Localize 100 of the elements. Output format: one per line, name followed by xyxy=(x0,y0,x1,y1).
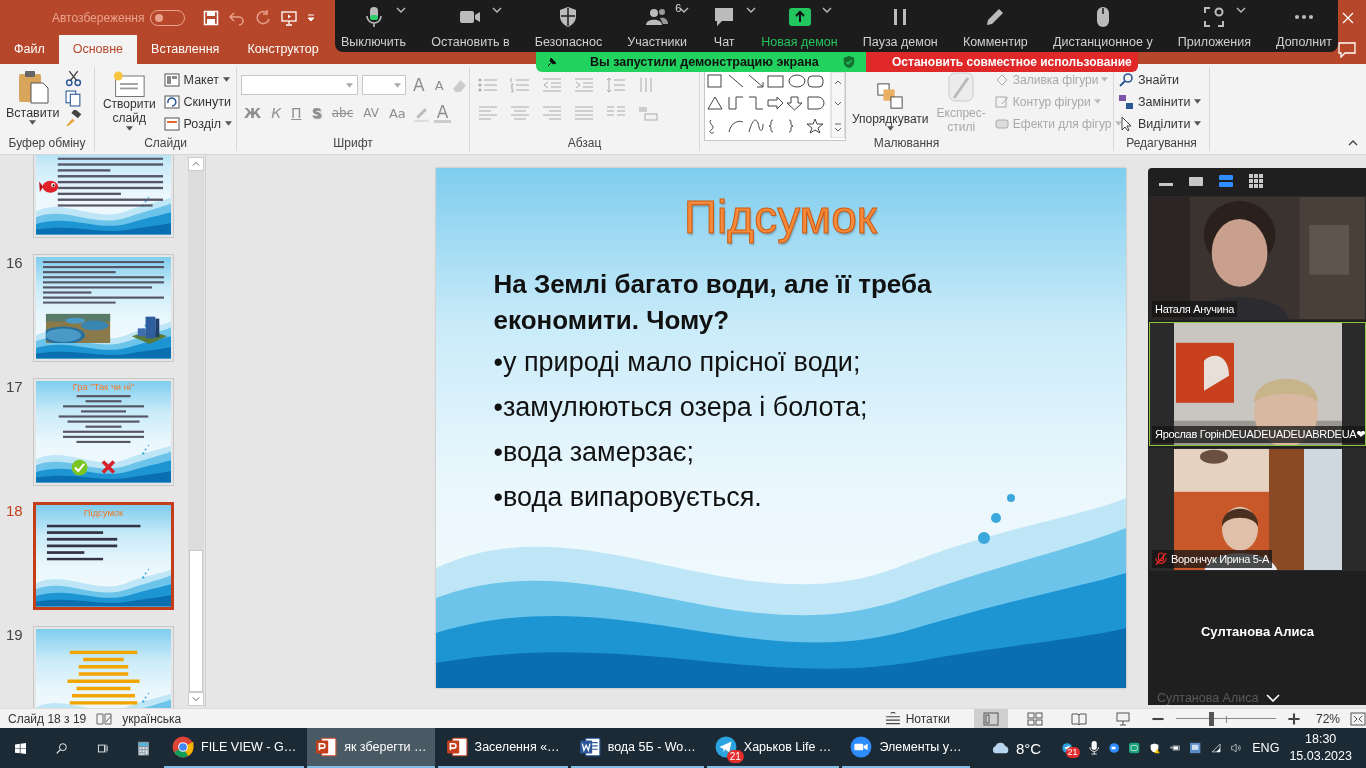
scrollbar[interactable] xyxy=(188,157,204,706)
slide-thumbnail[interactable] xyxy=(33,155,174,238)
slide-option-button[interactable]: Розділ xyxy=(163,114,232,133)
zoom-in-icon[interactable] xyxy=(1285,711,1302,726)
slide-title: Гра "Так чи ні" xyxy=(71,381,136,393)
cross-icon xyxy=(100,459,117,475)
clock[interactable]: 18:30 15.03.2023 xyxy=(1289,731,1352,765)
meeting-control-button[interactable]: Остановить в xyxy=(431,0,510,52)
undo-icon[interactable] xyxy=(229,9,246,26)
ribbon-tab[interactable]: Конструктор xyxy=(233,35,333,64)
participant-name: Ярослав ГорінDEUADEUADEUABRDEUA❤ xyxy=(1152,425,1365,443)
scrollbar-thumb[interactable] xyxy=(189,550,203,692)
customize-icon[interactable] xyxy=(307,13,316,22)
scissors-icon[interactable] xyxy=(65,70,83,87)
meeting-control-button[interactable]: Выключить xyxy=(341,0,407,52)
chevron-icon[interactable] xyxy=(821,7,832,13)
slide-question: На Землі багато води, але її треба економити. Чому? xyxy=(492,268,933,337)
clock-time: 18:30 xyxy=(1305,731,1337,748)
participant-tile[interactable]: Наталя Анучина xyxy=(1149,196,1366,321)
stop-sharing-button[interactable]: Остановить совместное использование xyxy=(866,52,1138,72)
view-button[interactable] xyxy=(973,709,1008,728)
app-tray-icon[interactable] xyxy=(1129,740,1140,756)
zoom-percent[interactable]: 72% xyxy=(1315,711,1340,726)
meeting-control-button[interactable]: Чат xyxy=(712,0,737,52)
zoom-slider-thumb[interactable] xyxy=(1208,711,1214,726)
browser-icon xyxy=(172,736,194,758)
close-icon[interactable] xyxy=(1342,11,1354,24)
participant-name: Султанова Алиса xyxy=(1157,691,1259,705)
shield-warning-icon[interactable] xyxy=(1149,740,1160,756)
notes-button[interactable]: Нотатки xyxy=(884,711,950,726)
new-slide-button[interactable]: Створити слайд xyxy=(99,68,160,133)
taskbar-app-button[interactable]: як зберегти … xyxy=(307,728,435,768)
speaker-icon[interactable] xyxy=(1230,740,1242,756)
outline-icon xyxy=(993,93,1010,110)
arrange-icon xyxy=(875,82,906,110)
redo-icon[interactable] xyxy=(255,9,272,26)
view-mode-icon[interactable] xyxy=(1218,173,1234,190)
slide-bullet: •вода замерзає; xyxy=(492,436,696,469)
taskbar-app-button[interactable]: Заселення «… xyxy=(437,728,568,768)
slide-number: 16 xyxy=(6,254,23,271)
group-label: Шрифт xyxy=(332,135,374,151)
caret-icon xyxy=(1093,99,1101,104)
copy-icon[interactable] xyxy=(65,90,83,107)
video-camera-icon[interactable] xyxy=(1108,740,1120,756)
meeting-control-button[interactable]: Новая демон xyxy=(761,0,838,52)
ribbon-tab[interactable]: Вставлення xyxy=(137,35,234,64)
caret-icon xyxy=(394,82,401,88)
taskbar-app-button[interactable]: 21 Харьков Life … xyxy=(706,728,840,768)
chevron-down-icon[interactable] xyxy=(1266,694,1281,702)
chevron-icon[interactable] xyxy=(746,7,757,13)
chevron-icon[interactable] xyxy=(395,7,406,13)
editing-button[interactable]: Виділити xyxy=(1118,114,1202,133)
replace-icon xyxy=(1118,93,1134,110)
slide-canvas[interactable]: Підсумок На Землі багато води, але її треба економити. Чому? •у природі мало прісної води; •замулюються озера і болота; •вода замерзає; •вода випаровується. xyxy=(435,168,1126,688)
presentation-app-icon xyxy=(315,736,338,758)
font-size-field[interactable] xyxy=(362,75,406,95)
taskbar-app-button[interactable]: FILE VIEW - G… xyxy=(164,728,305,768)
grid-view-icon xyxy=(1026,711,1043,726)
language-label[interactable]: українська xyxy=(122,711,182,726)
ribbon-tab[interactable]: Основне xyxy=(58,35,138,64)
group-label: Буфер обміну xyxy=(7,135,87,151)
font-name-field[interactable] xyxy=(241,75,358,95)
slide-option-button[interactable]: Макет xyxy=(163,70,232,89)
slide-option-button[interactable]: Скинути xyxy=(163,92,232,111)
meeting-control-button[interactable]: Комментир xyxy=(962,0,1028,52)
participant-tile[interactable]: Ярослав ГорінDEUADEUADEUABRDEUA❤ xyxy=(1149,322,1366,446)
microphone-icon[interactable] xyxy=(1088,740,1099,756)
weather-temperature[interactable]: 8°C xyxy=(1016,739,1042,757)
meeting-control-button[interactable]: Дополнит xyxy=(1276,0,1332,52)
meeting-control-button[interactable]: Приложения xyxy=(1177,0,1251,52)
chevron-icon[interactable] xyxy=(492,7,503,13)
ribbon-tab[interactable]: Файл xyxy=(0,35,59,64)
network-monitor-icon[interactable] xyxy=(1190,740,1201,756)
slide-number: 19 xyxy=(6,626,23,643)
slide-thumbnail[interactable] xyxy=(33,254,174,362)
chevron-icon[interactable] xyxy=(1236,7,1247,13)
taskbar-app-button[interactable]: Элементы у… xyxy=(842,728,970,768)
save-icon[interactable] xyxy=(203,9,220,26)
editing-button[interactable]: Замінити xyxy=(1118,92,1202,111)
meeting-control-button[interactable]: Безопаснос xyxy=(534,0,603,52)
paste-button[interactable]: Вставити xyxy=(4,68,62,127)
new-slide-icon xyxy=(113,70,146,98)
spelling-icon[interactable] xyxy=(96,711,113,726)
slide-thumbnail[interactable] xyxy=(33,626,174,708)
caret-icon xyxy=(1114,121,1122,126)
view-mode-icon[interactable] xyxy=(1248,173,1264,190)
meeting-control-button[interactable]: Дистанционное у xyxy=(1052,0,1153,52)
pin-icon[interactable] xyxy=(546,56,558,68)
taskbar-app-button[interactable]: вода 5Б - Wo… xyxy=(570,728,704,768)
collapse-ribbon-icon[interactable] xyxy=(1348,140,1358,146)
fit-slide-icon[interactable] xyxy=(1350,711,1366,726)
meeting-control-button[interactable]: Пауза демон xyxy=(862,0,938,52)
slide-title: Підсумок xyxy=(82,506,125,519)
format-painter-icon[interactable] xyxy=(65,110,83,127)
comment-icon[interactable] xyxy=(1338,42,1356,58)
chevron-icon[interactable] xyxy=(679,7,690,13)
input-language[interactable]: ENG xyxy=(1252,741,1280,755)
participant-name: Султанова Алиса xyxy=(1201,623,1314,639)
participant-tile[interactable]: Ворончук Ирина 5-А xyxy=(1149,447,1366,572)
slideshow-icon[interactable] xyxy=(281,9,298,26)
